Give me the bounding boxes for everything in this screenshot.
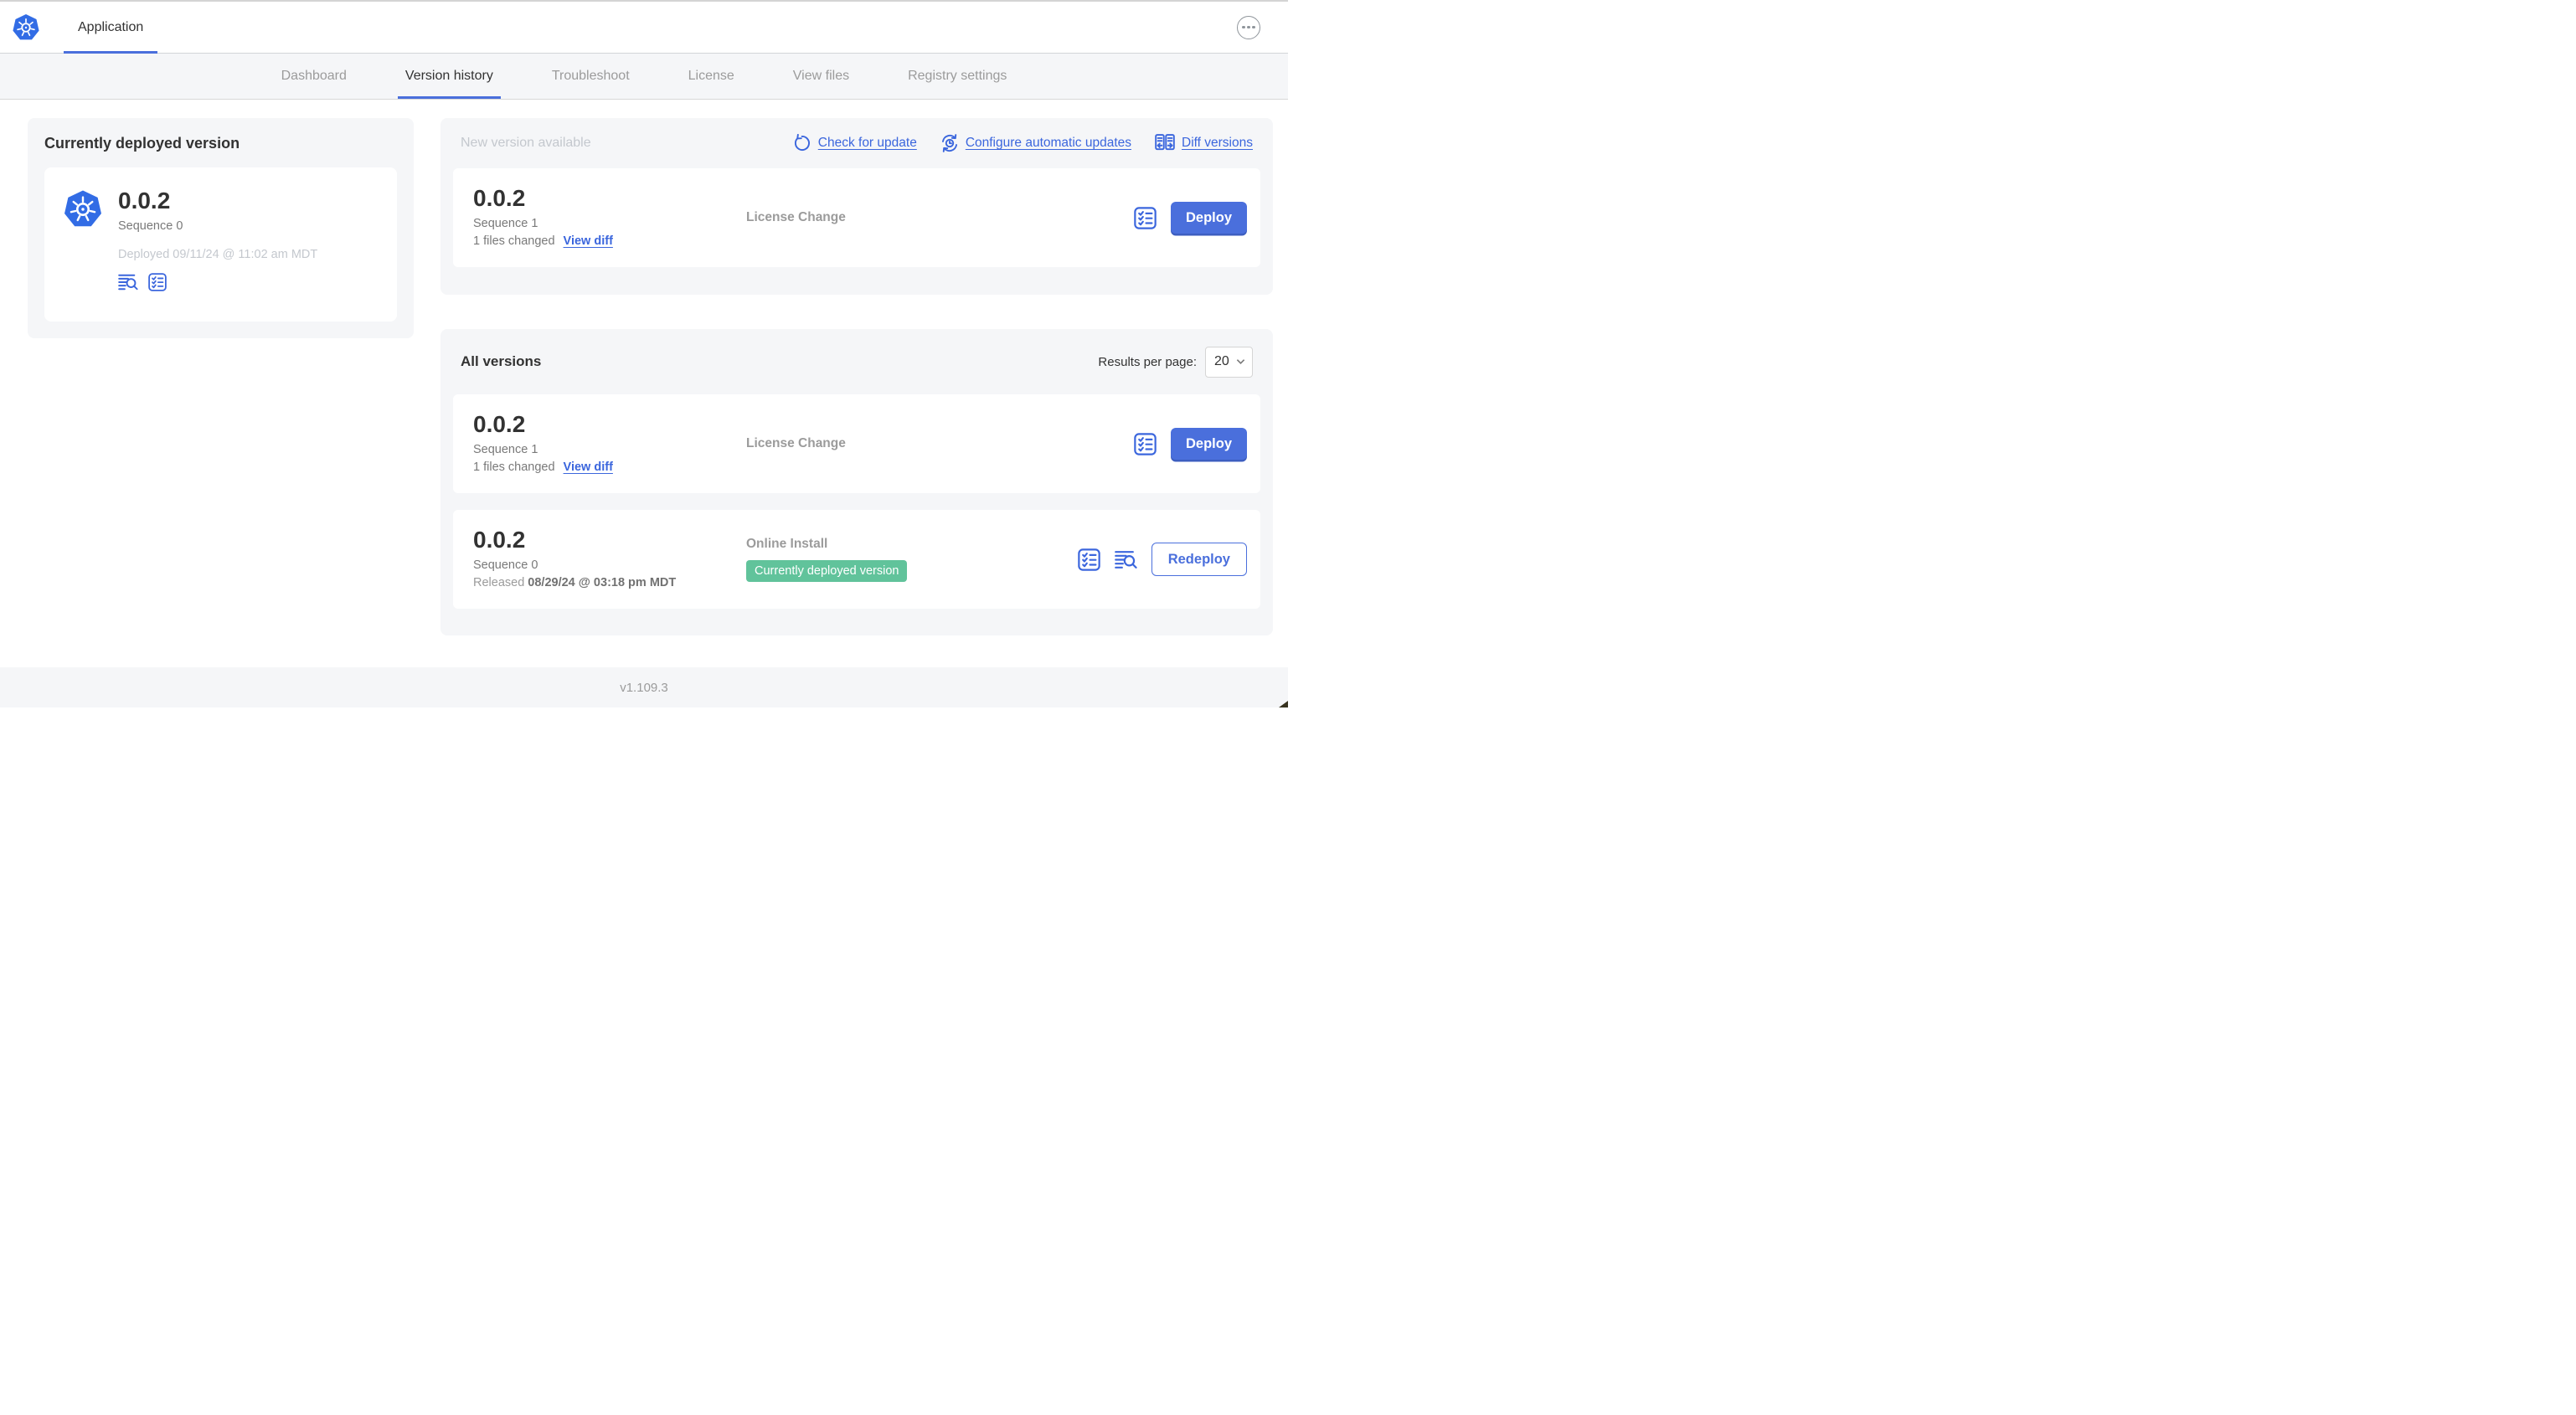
version-source: License Change: [746, 210, 846, 224]
deploy-button[interactable]: Deploy: [1170, 428, 1247, 460]
configure-automatic-updates-link[interactable]: Configure automatic updates: [940, 134, 1131, 152]
version-number: 0.0.2: [473, 527, 526, 553]
new-version-title: New version available: [461, 136, 591, 150]
preflight-checklist-icon: [1134, 433, 1157, 455]
version-row: 0.0.2 Sequence 0 Released 08/29/24 @ 03:…: [453, 510, 1260, 609]
version-sequence: Sequence 1: [473, 443, 538, 457]
chevron-down-icon: [1236, 358, 1245, 365]
admin-console-version: v1.109.3: [620, 680, 668, 695]
preflight-checks-button[interactable]: [1134, 433, 1157, 455]
preflight-checklist-icon: [1078, 548, 1100, 571]
version-number: 0.0.2: [473, 411, 526, 437]
currently-deployed-card: 0.0.2 Sequence 0 Deployed 09/11/24 @ 11:…: [44, 167, 397, 322]
tab-dashboard[interactable]: Dashboard: [274, 54, 354, 99]
logs-icon: [1115, 549, 1137, 570]
preflight-checks-button[interactable]: [1134, 207, 1157, 229]
tab-troubleshoot[interactable]: Troubleshoot: [544, 54, 637, 99]
deploy-button[interactable]: Deploy: [1170, 202, 1247, 234]
refresh-icon: [793, 134, 811, 152]
version-sequence: Sequence 0: [473, 558, 538, 573]
version-source: License Change: [746, 436, 846, 450]
version-history-content: Currently deployed version 0.0.2 Sequenc…: [0, 100, 1288, 667]
app-tab[interactable]: Application: [64, 2, 158, 54]
results-per-page-select[interactable]: 20: [1205, 346, 1253, 378]
new-version-panel: New version available Check for update C…: [440, 118, 1273, 295]
current-version-number: 0.0.2: [118, 188, 171, 214]
version-row: 0.0.2 Sequence 1 1 files changed View di…: [453, 394, 1260, 493]
app-tab-label: Application: [78, 19, 144, 34]
files-changed: 1 files changed: [473, 234, 555, 249]
tab-registry-settings[interactable]: Registry settings: [900, 54, 1014, 99]
auto-update-clock-icon: [940, 134, 959, 152]
version-number: 0.0.2: [473, 185, 526, 211]
preflight-checks-button[interactable]: [148, 273, 167, 291]
app-subnav: Dashboard Version history Troubleshoot L…: [0, 54, 1288, 100]
app-icon-kubernetes: [63, 189, 103, 229]
preflight-checklist-icon: [148, 273, 167, 291]
admin-console-page: Application Dashboard Version history Tr…: [0, 0, 1288, 708]
redeploy-button[interactable]: Redeploy: [1151, 543, 1247, 576]
page-footer: v1.109.3: [0, 667, 1288, 708]
ellipsis-icon: [1242, 25, 1245, 29]
diff-versions-link[interactable]: Diff versions: [1155, 134, 1253, 152]
preflight-checks-button[interactable]: [1078, 548, 1100, 571]
current-version-deployed-timestamp: Deployed 09/11/24 @ 11:02 am MDT: [118, 248, 318, 262]
currently-deployed-panel: Currently deployed version 0.0.2 Sequenc…: [28, 118, 414, 338]
tab-version-history[interactable]: Version history: [397, 54, 501, 99]
diff-icon: [1155, 134, 1175, 152]
new-version-row: 0.0.2 Sequence 1 1 files changed View di…: [453, 168, 1260, 267]
version-source: Online Install: [746, 537, 828, 551]
check-for-update-link[interactable]: Check for update: [793, 134, 917, 152]
version-sequence: Sequence 1: [473, 217, 538, 231]
all-versions-panel: All versions Results per page: 20 0.0.2 …: [440, 329, 1273, 635]
logs-icon: [118, 273, 138, 291]
current-version-sequence: Sequence 0: [118, 219, 183, 234]
kubernetes-logo-icon: [12, 13, 40, 42]
deploy-logs-button[interactable]: [1115, 549, 1137, 570]
files-changed: 1 files changed: [473, 461, 555, 475]
all-versions-title: All versions: [461, 353, 542, 369]
tab-view-files[interactable]: View files: [786, 54, 857, 99]
view-diff-link[interactable]: View diff: [564, 234, 613, 248]
deploy-logs-button[interactable]: [118, 273, 138, 291]
more-menu-button[interactable]: [1237, 15, 1260, 39]
view-diff-link[interactable]: View diff: [564, 461, 613, 474]
versions-column: New version available Check for update C…: [440, 118, 1273, 635]
released-label: Released: [473, 576, 525, 590]
released-timestamp: 08/29/24 @ 03:18 pm MDT: [528, 576, 677, 590]
currently-deployed-title: Currently deployed version: [44, 135, 240, 152]
currently-deployed-badge: Currently deployed version: [746, 560, 908, 582]
results-per-page-label: Results per page:: [1098, 354, 1197, 369]
cursor-artifact: [1279, 701, 1288, 708]
preflight-checklist-icon: [1134, 207, 1157, 229]
tab-license[interactable]: License: [681, 54, 742, 99]
app-header: Application: [0, 2, 1288, 54]
